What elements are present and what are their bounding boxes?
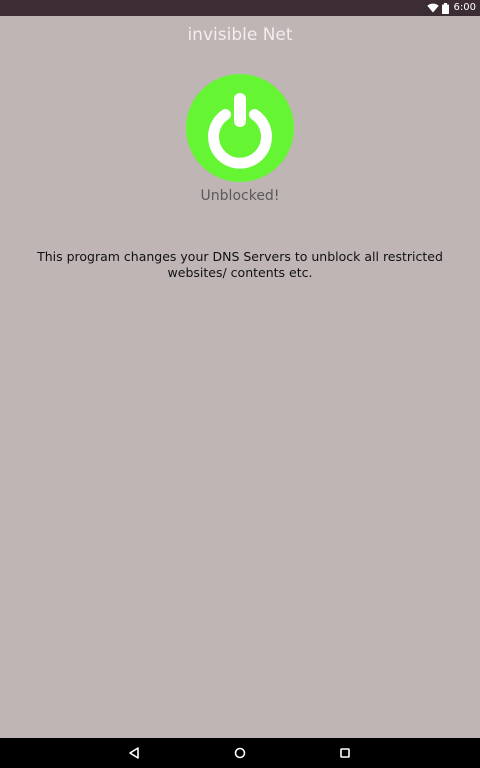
power-icon xyxy=(208,93,272,169)
recents-button[interactable] xyxy=(325,738,365,768)
battery-icon xyxy=(441,2,449,14)
connection-status-text: Unblocked! xyxy=(200,188,280,204)
home-icon xyxy=(234,747,246,759)
home-button[interactable] xyxy=(220,738,260,768)
status-bar: 6:00 xyxy=(0,0,480,16)
back-icon xyxy=(129,747,139,759)
app-title: invisible Net xyxy=(187,25,293,45)
description-text: This program changes your DNS Servers to… xyxy=(37,249,443,280)
recents-icon xyxy=(340,748,350,758)
wifi-icon xyxy=(426,3,439,13)
back-button[interactable] xyxy=(114,738,154,768)
status-time: 6:00 xyxy=(453,2,476,13)
navigation-bar xyxy=(0,738,480,768)
power-toggle-button[interactable] xyxy=(186,74,294,182)
status-icons: 6:00 xyxy=(426,0,476,16)
